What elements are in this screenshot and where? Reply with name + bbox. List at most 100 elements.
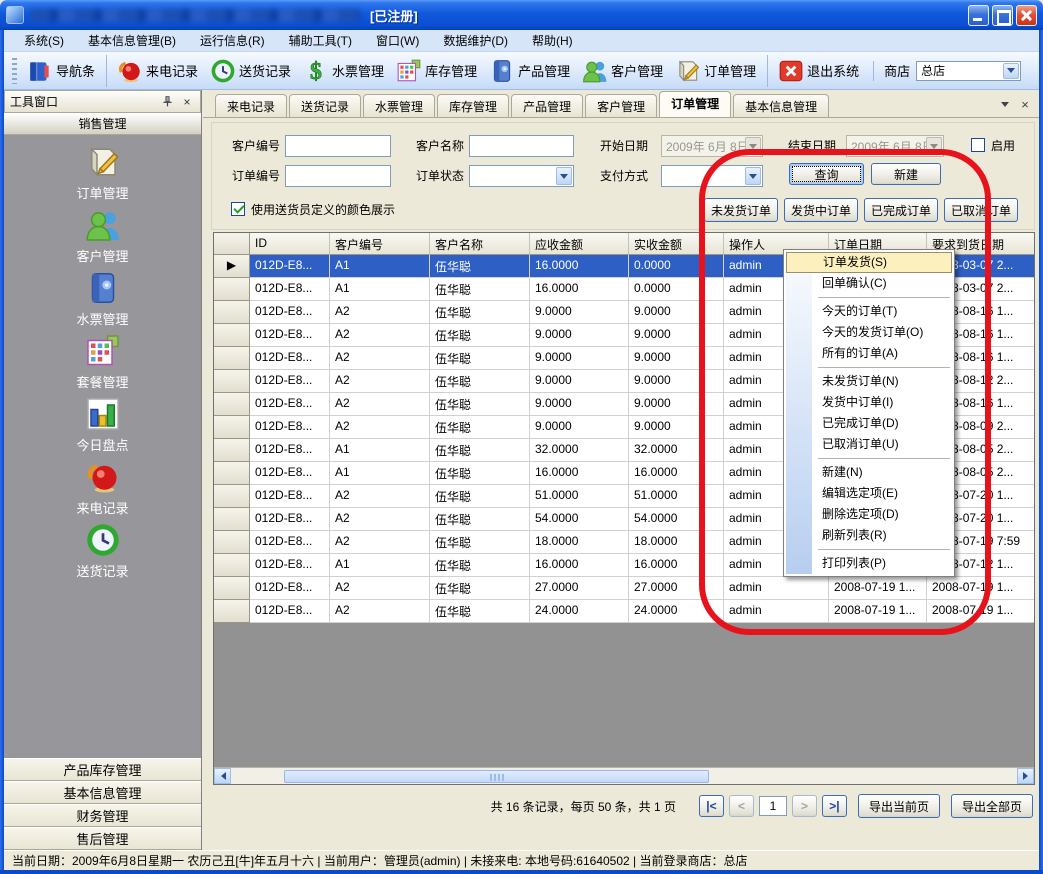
menubar-item[interactable]: 运行信息(R) — [188, 30, 277, 51]
context-menu-item[interactable]: 未发货订单(N) — [786, 371, 952, 392]
context-menu-item[interactable]: 打印列表(P) — [786, 553, 952, 574]
sidebar-group-button[interactable]: 产品库存管理 — [4, 758, 201, 781]
order-status-dropdown-button[interactable] — [556, 167, 572, 185]
sidebar-item[interactable]: 套餐管理 — [4, 330, 201, 393]
toolbar-button[interactable]: 退出系统 — [767, 55, 865, 87]
sidebar-item[interactable]: 今日盘点 — [4, 393, 201, 456]
menubar-item[interactable]: 窗口(W) — [364, 30, 431, 51]
order-status-filter-button[interactable]: 已完成订单 — [864, 198, 938, 222]
document-tab[interactable]: 订单管理 — [659, 91, 731, 117]
document-tab[interactable]: 来电记录 — [215, 94, 287, 117]
context-menu-item[interactable]: 删除选定项(D) — [786, 504, 952, 525]
order-no-input[interactable] — [285, 165, 391, 187]
sidebar-group-button[interactable]: 基本信息管理 — [4, 781, 201, 804]
row-selector-cell[interactable] — [214, 577, 250, 600]
table-row[interactable]: 012D-E8... A2 伍华聪 24.0000 24.0000 admin … — [214, 600, 1034, 623]
toolbar-button[interactable]: $ 水票管理 — [297, 55, 390, 87]
menubar-item[interactable]: 基本信息管理(B) — [76, 30, 188, 51]
new-button[interactable]: 新建 — [871, 163, 941, 185]
export-all-pages-button[interactable]: 导出全部页 — [951, 794, 1033, 818]
context-menu-item[interactable]: 编辑选定项(E) — [786, 483, 952, 504]
end-date-picker[interactable]: 2009年 6月 8日 — [846, 135, 944, 157]
scroll-right-button[interactable] — [1017, 768, 1034, 784]
row-selector-cell[interactable] — [214, 347, 250, 370]
menubar-item[interactable]: 辅助工具(T) — [277, 30, 364, 51]
row-selector-cell[interactable] — [214, 531, 250, 554]
row-selector-cell[interactable] — [214, 600, 250, 623]
table-row[interactable]: 012D-E8... A2 伍华聪 27.0000 27.0000 admin … — [214, 577, 1034, 600]
column-header[interactable]: 应收金额 — [530, 233, 629, 255]
column-header[interactable]: ID — [250, 233, 330, 255]
context-menu-item[interactable]: 发货中订单(I) — [786, 392, 952, 413]
context-menu-item[interactable]: 新建(N) — [786, 462, 952, 483]
last-page-button[interactable]: >| — [822, 795, 847, 817]
next-page-button[interactable]: > — [792, 795, 817, 817]
query-button[interactable]: 查询 — [789, 163, 864, 185]
menubar-item[interactable]: 帮助(H) — [520, 30, 585, 51]
sidebar-item[interactable]: 送货记录 — [4, 519, 201, 582]
first-page-button[interactable]: |< — [699, 795, 724, 817]
context-menu-item[interactable]: 刷新列表(R) — [786, 525, 952, 546]
customer-no-input[interactable] — [285, 135, 391, 157]
row-selector-cell[interactable] — [214, 324, 250, 347]
scroll-left-button[interactable] — [214, 768, 231, 784]
toolbar-button[interactable]: 导航条 — [21, 55, 101, 87]
payment-select[interactable] — [661, 165, 763, 187]
document-tab[interactable]: 产品管理 — [511, 94, 583, 117]
menubar-item[interactable]: 数据维护(D) — [431, 30, 520, 51]
column-header[interactable]: 客户编号 — [330, 233, 430, 255]
export-current-page-button[interactable]: 导出当前页 — [858, 794, 940, 818]
order-status-filter-button[interactable]: 未发货订单 — [704, 198, 778, 222]
prev-page-button[interactable]: < — [729, 795, 754, 817]
payment-dropdown-button[interactable] — [745, 167, 761, 185]
toolbar-button[interactable]: 订单管理 — [669, 55, 762, 87]
tab-list-dropdown-button[interactable] — [997, 96, 1013, 112]
context-menu-item[interactable]: 回单确认(C) — [786, 273, 952, 294]
context-menu-item[interactable]: 今天的订单(T) — [786, 301, 952, 322]
start-date-dropdown-button[interactable] — [745, 137, 761, 155]
row-selector-cell[interactable] — [214, 508, 250, 531]
document-tab[interactable]: 送货记录 — [289, 94, 361, 117]
maximize-button[interactable] — [992, 5, 1013, 26]
minimize-button[interactable] — [968, 5, 989, 26]
row-selector-cell[interactable] — [214, 485, 250, 508]
context-menu-item[interactable]: 所有的订单(A) — [786, 343, 952, 364]
row-selector-cell[interactable] — [214, 393, 250, 416]
horizontal-scrollbar[interactable] — [214, 767, 1034, 784]
toolbar-button[interactable]: 客户管理 — [576, 55, 669, 87]
row-selector-cell[interactable] — [214, 554, 250, 577]
toolbar-button[interactable]: 来电记录 — [106, 55, 204, 87]
context-menu-item[interactable]: 已取消订单(U) — [786, 434, 952, 455]
sidebar-item[interactable]: 客户管理 — [4, 204, 201, 267]
sidebar-item[interactable]: 水票管理 — [4, 267, 201, 330]
row-selector-cell[interactable] — [214, 301, 250, 324]
row-selector-cell[interactable] — [214, 416, 250, 439]
courier-color-checkbox[interactable] — [231, 202, 245, 216]
document-tab[interactable]: 水票管理 — [363, 94, 435, 117]
document-tab[interactable]: 客户管理 — [585, 94, 657, 117]
close-icon[interactable]: × — [179, 94, 195, 110]
context-menu-item[interactable]: 今天的发货订单(O) — [786, 322, 952, 343]
end-date-dropdown-button[interactable] — [926, 137, 942, 155]
row-selector-cell[interactable] — [214, 370, 250, 393]
toolbar-button[interactable]: 库存管理 — [390, 55, 483, 87]
document-tab[interactable]: 库存管理 — [437, 94, 509, 117]
order-status-filter-button[interactable]: 发货中订单 — [784, 198, 858, 222]
context-menu-item[interactable] — [818, 458, 950, 459]
row-selector-cell[interactable]: ▶ — [214, 255, 250, 278]
context-menu-item[interactable] — [818, 549, 950, 550]
toolbar-button[interactable]: 产品管理 — [483, 55, 576, 87]
sidebar-group-button[interactable]: 售后管理 — [4, 827, 201, 850]
scrollbar-thumb[interactable] — [284, 770, 709, 783]
order-status-select[interactable] — [469, 165, 574, 187]
sidebar-group-button[interactable]: 财务管理 — [4, 804, 201, 827]
row-selector-cell[interactable] — [214, 278, 250, 301]
sidebar-item[interactable]: 订单管理 — [4, 141, 201, 204]
toolbar-button[interactable]: 送货记录 — [204, 55, 297, 87]
order-status-filter-button[interactable]: 已取消订单 — [944, 198, 1018, 222]
context-menu-item[interactable]: 已完成订单(D) — [786, 413, 952, 434]
pin-icon[interactable] — [159, 94, 175, 110]
context-menu-item[interactable]: 订单发货(S) — [786, 252, 952, 273]
column-header[interactable]: 客户名称 — [430, 233, 530, 255]
context-menu-item[interactable] — [818, 297, 950, 298]
